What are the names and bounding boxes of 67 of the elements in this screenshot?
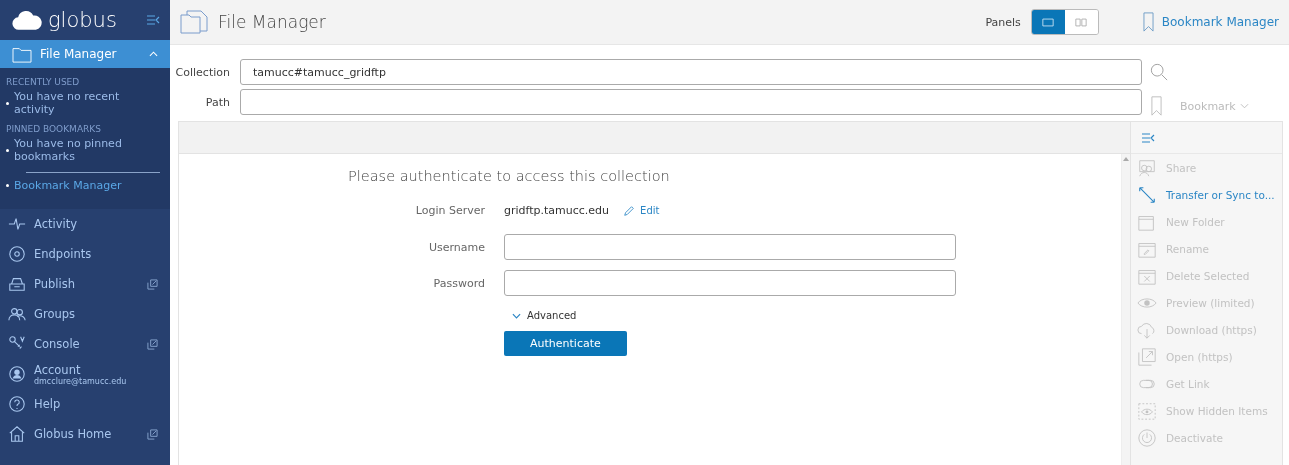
collection-field[interactable]: tamucc#tamucc_gridftp [240,59,1142,85]
caret-icon [1239,103,1249,109]
server-name: gridftp.tamucc.edu [504,204,610,217]
input-field[interactable] [504,270,956,296]
collapse-menu-icon[interactable] [146,14,160,26]
double-panel-icon [1075,17,1088,27]
collapse-panel-icon[interactable] [1141,131,1155,144]
external-link-icon [147,338,158,350]
path-field[interactable] [240,89,1142,115]
nav-icon [8,215,26,233]
panel-layout-button[interactable] [1064,10,1098,34]
nav-icon [8,305,26,323]
scrollbar[interactable] [1121,154,1130,465]
sidebar-item[interactable]: Groups [0,299,170,329]
field-label: Login Server [414,204,485,217]
input-field[interactable] [504,234,956,260]
field-label: Collection [174,65,230,79]
field-label: Username [427,240,485,254]
chevron-icon [512,312,521,319]
search-icon[interactable] [1150,63,1168,81]
field-label: Path [204,95,230,109]
nav-icon [8,365,26,383]
sidebar-item[interactable]: Globus Home [0,419,170,449]
bookmark-dropdown[interactable]: Bookmark [1180,99,1249,113]
panel-layout-button[interactable] [1031,10,1065,34]
pencil-icon [623,204,636,217]
action-icon [1137,427,1157,448]
external-link-icon [147,428,158,440]
auth-heading: Please authenticate to access this collection [348,168,671,184]
bookmark-icon [1142,12,1154,32]
bookmark-manager-link[interactable]: Bookmark Manager [1161,15,1279,29]
authenticate-button[interactable]: Authenticate [504,331,627,356]
section-heading: PINNED BOOKMARKS [6,123,102,136]
bookmark-icon [1151,95,1162,117]
edit-link[interactable]: Edit [640,205,660,216]
sidebar-item[interactable]: Endpoints [0,239,170,269]
nav-icon [8,245,26,263]
panels-label: Panels [985,15,1021,29]
field-label: Password [432,276,485,290]
folder-icon [12,45,32,63]
nav-icon [8,395,26,413]
cloud-logo-icon [12,8,42,32]
action-icon [1137,346,1157,367]
logo-text: globus [48,8,118,32]
chevron-icon [149,51,158,57]
page-title: File Manager [218,12,326,32]
empty-state-text: You have no pinned bookmarks [14,137,123,163]
file-manager-menu-item[interactable]: File Manager [0,40,170,68]
sidebar-item[interactable]: Account dmcclure@tamucc.edu [0,359,170,389]
action-item[interactable]: Transfer or Sync to... [1131,181,1282,208]
sidebar-item[interactable]: Activity [0,209,170,239]
sidebar-item[interactable]: Publish [0,269,170,299]
nav-icon [8,275,26,293]
action-icon [1137,157,1157,178]
single-panel-icon [1042,17,1055,27]
sidebar-item[interactable]: Help [0,389,170,419]
advanced-toggle[interactable]: Advanced [512,310,577,321]
scroll-up-icon[interactable] [1123,157,1129,161]
sidebar-item[interactable]: Console [0,329,170,359]
action-icon [1137,400,1157,421]
bookmark-manager-link[interactable]: Bookmark Manager [14,179,122,192]
empty-state-text: You have no recent activity [14,90,121,116]
external-link-icon [147,278,158,290]
nav-icon [8,425,26,443]
section-heading: RECENTLY USED [6,76,81,89]
folder-icon [180,10,208,34]
action-icon [1137,184,1157,205]
